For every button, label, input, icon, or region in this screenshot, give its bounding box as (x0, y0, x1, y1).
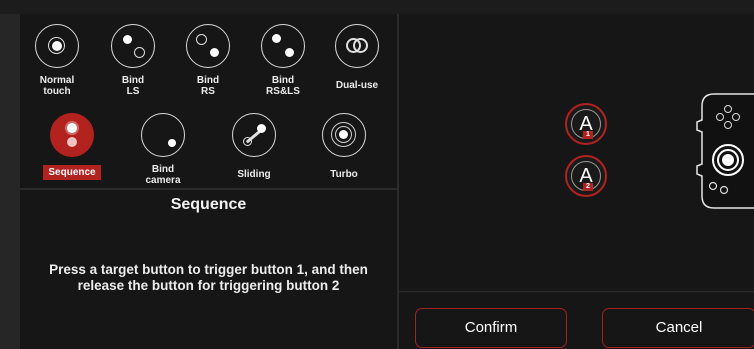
mode-sequence[interactable]: Sequence (37, 113, 107, 180)
mode-label: Bind RS&LS (266, 75, 300, 97)
dual-use-icon (335, 24, 379, 68)
mode-title: Sequence (170, 196, 247, 213)
sequence-badge-1: 1 (583, 131, 593, 139)
mode-label: Turbo (330, 169, 358, 180)
mode-label: Bind RS (196, 75, 220, 97)
sequence-badge-2: 2 (583, 183, 593, 191)
bind-ls-icon (111, 24, 155, 68)
mode-sliding[interactable]: Sliding (219, 113, 289, 182)
bind-rs-ls-icon (261, 24, 305, 68)
confirm-button[interactable]: Confirm (415, 308, 567, 348)
mode-description: Press a target button to trigger button … (49, 262, 368, 293)
mode-label: Sliding (237, 169, 271, 180)
mode-label: Bind camera (145, 164, 181, 186)
sequence-icon (50, 113, 94, 157)
mode-normal-touch[interactable]: Normal touch (22, 24, 92, 99)
mode-label-selected: Sequence (43, 165, 101, 180)
mode-label: Bind LS (121, 75, 145, 97)
normal-touch-icon (35, 24, 79, 68)
bind-camera-icon (141, 113, 185, 157)
cancel-button[interactable]: Cancel (602, 308, 754, 348)
sliding-icon (232, 113, 276, 157)
bind-rs-icon (186, 24, 230, 68)
mode-bind-rs-ls[interactable]: Bind RS&LS (248, 24, 318, 99)
controller-icon (696, 93, 754, 209)
mode-bind-ls[interactable]: Bind LS (98, 24, 168, 99)
vertical-divider (397, 14, 399, 349)
top-strip (0, 0, 754, 14)
mode-dual-use[interactable]: Dual-use (322, 24, 392, 93)
mode-label: Normal touch (39, 75, 75, 97)
mode-bind-rs[interactable]: Bind RS (173, 24, 243, 99)
mode-bind-camera[interactable]: Bind camera (128, 113, 198, 188)
mode-label: Dual-use (335, 80, 379, 91)
mode-turbo[interactable]: Turbo (309, 113, 379, 182)
turbo-icon (322, 113, 366, 157)
preview-button-2[interactable]: A 2 (565, 155, 607, 197)
preview-button-1[interactable]: A 1 (565, 103, 607, 145)
mode-detail-divider (20, 188, 397, 190)
action-divider (399, 291, 754, 292)
